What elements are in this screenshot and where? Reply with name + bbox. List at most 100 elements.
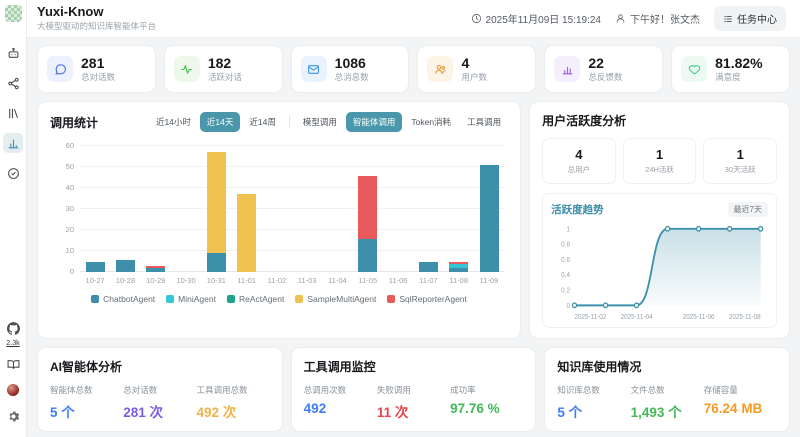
legend-item-MiniAgent[interactable]: MiniAgent (166, 294, 216, 304)
bar-column-11-09[interactable]: 11-09 (474, 146, 504, 285)
tab-工具调用[interactable]: 工具调用 (460, 112, 508, 132)
settings-gear-icon[interactable] (3, 406, 23, 426)
svg-text:0.8: 0.8 (561, 241, 570, 248)
users-icon (435, 64, 446, 74)
kb-usage-card: 知识库使用情况 知识库总数 5 个 文件总数 1,493 个 存储容量 76.24 M… (544, 347, 791, 433)
github-star-count[interactable]: 2.3k (6, 340, 19, 347)
legend-item-SampleMultiAgent[interactable]: SampleMultiAgent (295, 294, 376, 304)
user-activity-card: 用户活跃度分析 4 总用户 1 24H活跃 1 30天活跃 活跃度趋势 最近7天… (529, 101, 790, 340)
chat-bubble-icon (54, 63, 66, 74)
github-icon[interactable] (3, 318, 23, 338)
call-stats-title: 调用统计 (50, 115, 99, 130)
activity-trend-box: 活跃度趋势 最近7天 0 0.2 0.4 0.6 0.8 1 2025-11-02 2025-… (542, 193, 777, 329)
bar-segment-SqlReporterAgent (358, 175, 378, 239)
legend-item-ChatbotAgent[interactable]: ChatbotAgent (91, 294, 155, 304)
stat-value: 81.82% (715, 55, 763, 71)
agent-chat-icon[interactable] (3, 43, 23, 63)
bar-column-10-29[interactable]: 10-29 (141, 146, 171, 285)
mail-icon (308, 64, 320, 74)
task-center-button[interactable]: 任务中心 (714, 6, 786, 31)
legend-item-SqlReporterAgent[interactable]: SqlReporterAgent (387, 294, 467, 304)
tab-智能体调用[interactable]: 智能体调用 (345, 112, 403, 133)
svg-text:2025-11-04: 2025-11-04 (621, 314, 653, 321)
bar-column-10-31[interactable]: 10-31 (201, 146, 231, 285)
app-heading: Yuxi-Know 大模型驱动的知识库智能体平台 (37, 4, 157, 32)
bar-column-10-28[interactable]: 10-28 (110, 146, 140, 285)
tool-monitor-title: 工具调用监控 (303, 360, 376, 375)
total-users-box: 4 总用户 (542, 138, 616, 185)
bar-segment-ChatbotAgent (418, 261, 438, 273)
stat-label: 活跃对话 (207, 72, 242, 83)
bar-column-11-06[interactable]: 11-06 (383, 146, 413, 285)
topbar: Yuxi-Know 大模型驱动的知识库智能体平台 2025年11月09日 15:… (27, 0, 800, 38)
bar-chart-plot: 0 10 20 30 40 50 60 10-27 10-28 10-29 10-30 10-31 11… (66, 141, 505, 285)
metric-value: 492 次 (196, 405, 237, 421)
svg-text:1: 1 (567, 226, 571, 233)
tab-近14周[interactable]: 近14周 (242, 112, 282, 132)
bar-column-11-04[interactable]: 11-04 (322, 146, 352, 285)
main-area: Yuxi-Know 大模型驱动的知识库智能体平台 2025年11月09日 15:… (27, 0, 800, 437)
metric-value: 281 次 (123, 405, 163, 421)
datetime-display: 2025年11月09日 15:19:24 (471, 11, 601, 26)
user-activity-stats: 4 总用户 1 24H活跃 1 30天活跃 (542, 138, 777, 185)
tab-近14天[interactable]: 近14天 (199, 112, 241, 133)
agent-analysis-card: AI智能体分析 智能体总数 5 个 总对话数 281 次 工具调用总数 492 次 (37, 347, 283, 433)
heart-icon (688, 64, 700, 74)
bar-column-11-08[interactable]: 11-08 (444, 146, 474, 285)
bar-column-11-03[interactable]: 11-03 (292, 146, 322, 285)
app-root: 2.3k Yuxi-Know 大模型驱动的知识库智能体平台 2025年11月09… (0, 0, 800, 437)
stat-value: 22 (588, 55, 604, 71)
agent-calls-bar-chart: 0 10 20 30 40 50 60 10-27 10-28 10-29 10-30 10-31 11… (66, 141, 505, 285)
svg-text:2025-11-02: 2025-11-02 (575, 314, 607, 321)
stat-card-feedback: 22 总反馈数 (544, 45, 664, 94)
clock-check-icon[interactable] (3, 163, 23, 183)
library-icon[interactable] (3, 103, 23, 123)
bar-column-11-02[interactable]: 11-02 (262, 146, 292, 285)
bar-segment-ChatbotAgent (479, 165, 499, 273)
user-icon (616, 14, 625, 23)
bar-chart-legend: ChatbotAgent MiniAgent ReActAgent SampleMul… (50, 294, 508, 304)
bar-segment-ChatbotAgent (358, 238, 378, 273)
metric-value: 492 (303, 401, 327, 417)
graph-icon[interactable] (3, 73, 23, 93)
metrics-row: AI智能体分析 智能体总数 5 个 总对话数 281 次 工具调用总数 492 次 工… (37, 347, 791, 433)
community-logo-icon[interactable] (7, 384, 19, 396)
call-stats-card: 调用统计 近14小时 近14天 近14周 模型调用 智能体调用 Token消耗 工具调用 … (37, 101, 522, 340)
user-activity-title: 用户活跃度分析 (542, 114, 627, 129)
svg-text:0.2: 0.2 (561, 287, 570, 294)
bar-column-10-30[interactable]: 10-30 (171, 146, 201, 285)
bar-segment-ChatbotAgent (206, 253, 226, 273)
stat-value: 182 (207, 55, 232, 71)
dashboard-chart-icon[interactable] (3, 133, 23, 153)
bar-segment-ChatbotAgent (115, 259, 135, 273)
stat-value: 1086 (334, 55, 366, 71)
svg-text:0: 0 (567, 303, 571, 310)
charts-row: 调用统计 近14小时 近14天 近14周 模型调用 智能体调用 Token消耗 工具调用 … (37, 101, 790, 340)
tab-近14小时[interactable]: 近14小时 (149, 112, 198, 132)
stat-label: 满意度 (715, 72, 741, 83)
call-type-tabs: 模型调用 智能体调用 Token消耗 工具调用 (296, 112, 508, 133)
stat-label: 用户数 (461, 72, 487, 83)
metric-value: 5 个 (557, 405, 583, 421)
docs-book-icon[interactable] (3, 354, 23, 374)
divider (288, 116, 290, 129)
bar-column-11-07[interactable]: 11-07 (413, 146, 443, 285)
bar-segment-ChatbotAgent (146, 267, 166, 273)
time-range-tabs: 近14小时 近14天 近14周 (149, 112, 283, 133)
legend-item-ReActAgent[interactable]: ReActAgent (226, 294, 284, 304)
metric-value: 11 次 (376, 405, 409, 421)
active-24h-box: 1 24H活跃 (622, 138, 697, 185)
app-subtitle: 大模型驱动的知识库智能体平台 (37, 20, 157, 31)
tab-Token消耗[interactable]: Token消耗 (404, 112, 458, 132)
stat-label: 总消息数 (334, 72, 369, 83)
app-title: Yuxi-Know (37, 4, 104, 20)
tab-模型调用[interactable]: 模型调用 (296, 112, 344, 132)
clock-icon (471, 13, 481, 24)
tool-monitor-card: 工具调用监控 总调用次数 492 失败调用 11 次 成功率 97.76 % (290, 347, 537, 433)
bar-column-10-27[interactable]: 10-27 (80, 146, 110, 285)
bar-segment-SampleMultiAgent (237, 194, 257, 273)
stats-row: 281 总对话数 182 活跃对话 1086 总消息数 4 用户数 22 总反馈… (37, 45, 790, 94)
bar-column-11-05[interactable]: 11-05 (353, 146, 383, 285)
dashboard-content: 281 总对话数 182 活跃对话 1086 总消息数 4 用户数 22 总反馈… (27, 38, 800, 437)
bar-column-11-01[interactable]: 11-01 (231, 146, 261, 285)
